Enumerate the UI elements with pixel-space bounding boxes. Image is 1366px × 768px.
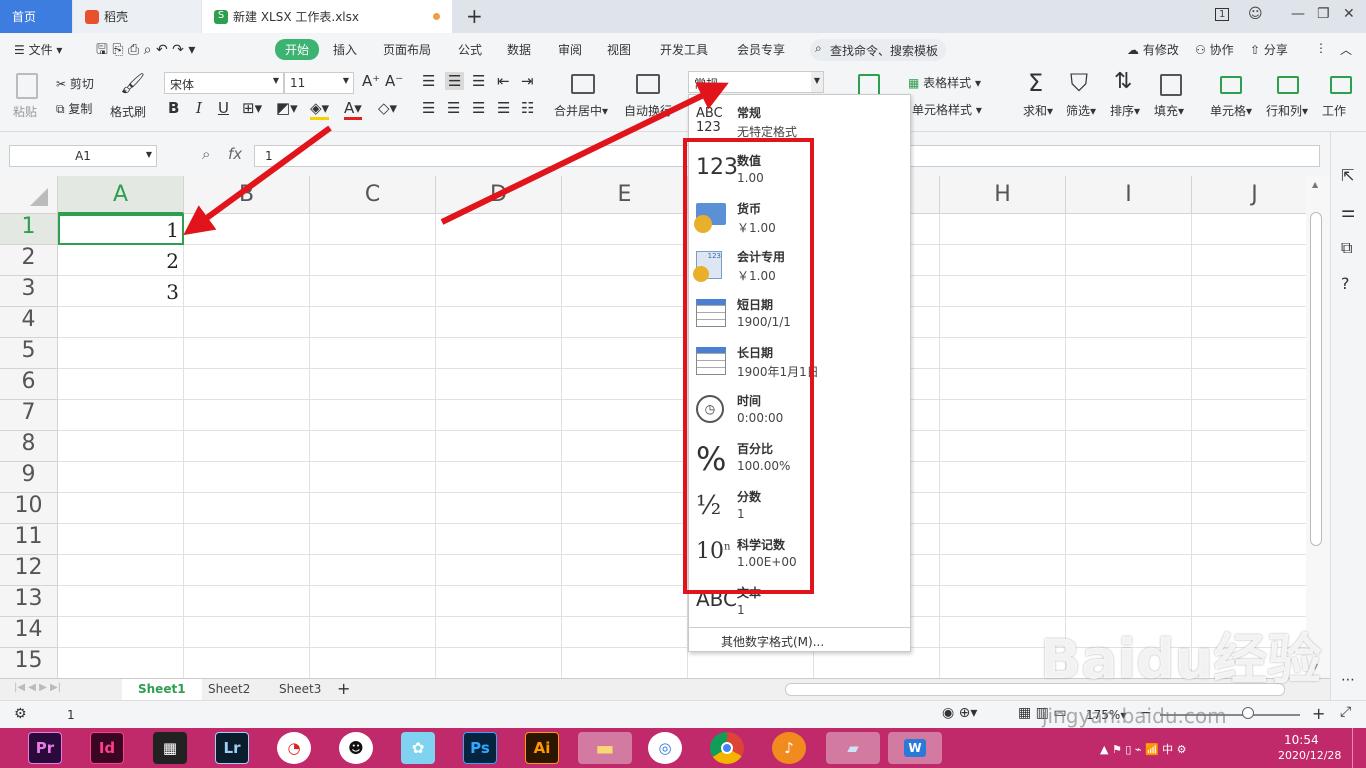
arrow-to-number-format [440,82,729,225]
baidu-watermark-url: jingyan.baidu.com [1042,704,1227,728]
baidu-watermark: Baidu经验 [1040,628,1322,691]
arrow-to-cell-a1 [183,125,332,236]
